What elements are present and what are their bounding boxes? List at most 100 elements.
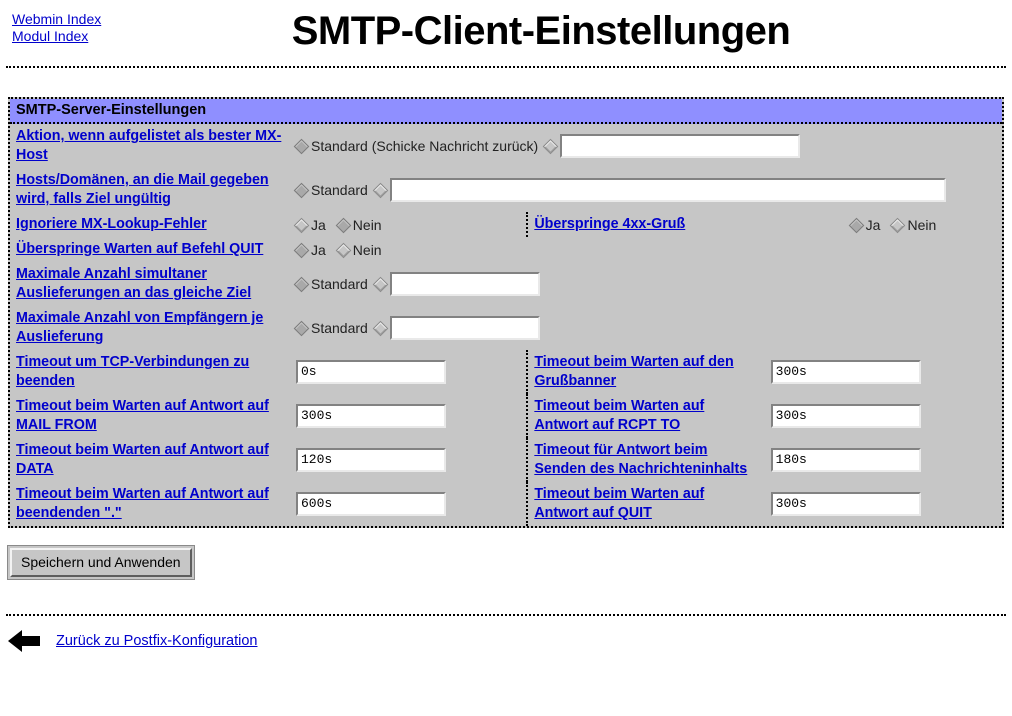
label-timeout-mail-from[interactable]: Timeout beim Warten auf Antwort auf MAIL… xyxy=(16,398,269,433)
section-title-bar: SMTP-Server-Einstellungen xyxy=(10,99,1002,124)
input-max-simultaneous[interactable] xyxy=(389,272,540,296)
label-skip-4xx[interactable]: Überspringe 4xx-Gruß xyxy=(534,216,685,232)
page-header: Webmin Index Modul Index SMTP-Client-Ein… xyxy=(0,0,1012,66)
radio-label-skip-quit-ja: Ja xyxy=(311,241,326,258)
input-timeout-dot[interactable] xyxy=(296,492,446,516)
smtp-settings-table: Aktion, wenn aufgelistet als bester MX-H… xyxy=(10,124,1002,526)
radio-max-recipients-standard[interactable] xyxy=(293,320,310,336)
row-label-cell-hosts-domains: Hosts/Domänen, an die Mail gegeben wird,… xyxy=(10,168,290,212)
row-value-cell-skip-4xx: Ja Nein xyxy=(765,212,1002,237)
submit-row: Speichern und Anwenden xyxy=(8,546,1012,579)
input-timeout-tcp-close[interactable] xyxy=(296,360,446,384)
label-timeout-data[interactable]: Timeout beim Warten auf Antwort auf DATA xyxy=(16,442,269,477)
label-timeout-tcp-close[interactable]: Timeout um TCP-Verbindungen zu beenden xyxy=(16,354,249,389)
radio-group-skip-4xx: Ja Nein xyxy=(848,216,936,233)
input-best-mx[interactable] xyxy=(560,134,801,158)
row-value-cell-skip-quit: Ja Nein xyxy=(290,237,1002,262)
row-value-cell-timeout-content xyxy=(765,438,1002,482)
row-label-cell-timeout-dot: Timeout beim Warten auf Antwort auf been… xyxy=(10,482,290,526)
radio-max-recipients-custom[interactable] xyxy=(372,320,389,336)
table-row: Maximale Anzahl von Empfängern je Auslie… xyxy=(10,306,1002,350)
row-value-cell-timeout-data xyxy=(290,438,527,482)
radio-best-mx-custom[interactable] xyxy=(542,138,559,154)
row-label-cell-timeout-mail-from: Timeout beim Warten auf Antwort auf MAIL… xyxy=(10,394,290,438)
table-row: Timeout beim Warten auf Antwort auf DATA… xyxy=(10,438,1002,482)
radio-label-hosts-domains-standard: Standard xyxy=(311,182,368,198)
label-timeout-greeting[interactable]: Timeout beim Warten auf den Grußbanner xyxy=(534,354,733,389)
label-skip-quit-wait[interactable]: Überspringe Warten auf Befehl QUIT xyxy=(16,241,263,257)
row-label-cell-timeout-content: Timeout für Antwort beim Senden des Nach… xyxy=(526,438,765,482)
label-timeout-dot[interactable]: Timeout beim Warten auf Antwort auf been… xyxy=(16,486,269,521)
row-value-cell-timeout-quit xyxy=(765,482,1002,526)
radio-skip-4xx-nein[interactable] xyxy=(890,217,906,233)
radio-max-simultaneous-standard[interactable] xyxy=(293,276,310,292)
page-title: SMTP-Client-Einstellungen xyxy=(291,9,791,53)
row-value-cell-timeout-rcpt-to xyxy=(765,394,1002,438)
row-value-cell-timeout-dot xyxy=(290,482,527,526)
radio-group-skip-quit: Ja Nein xyxy=(293,241,382,258)
input-hosts-domains[interactable] xyxy=(389,178,946,202)
row-label-cell-timeout-quit: Timeout beim Warten auf Antwort auf QUIT xyxy=(526,482,765,526)
radio-hosts-domains-standard[interactable] xyxy=(293,182,310,198)
radio-label-skip-4xx-ja: Ja xyxy=(865,216,881,233)
radio-skip-4xx-ja[interactable] xyxy=(848,217,864,233)
label-timeout-rcpt-to[interactable]: Timeout beim Warten auf Antwort auf RCPT… xyxy=(534,398,704,433)
row-label-cell-max-recipients: Maximale Anzahl von Empfängern je Auslie… xyxy=(10,306,290,350)
label-ignore-mx-lookup[interactable]: Ignoriere MX-Lookup-Fehler xyxy=(16,216,207,232)
input-timeout-data[interactable] xyxy=(296,448,446,472)
input-timeout-quit[interactable] xyxy=(770,492,921,516)
row-label-cell-timeout-rcpt-to: Timeout beim Warten auf Antwort auf RCPT… xyxy=(526,394,765,438)
smtp-settings-panel: SMTP-Server-Einstellungen Aktion, wenn a… xyxy=(8,97,1004,528)
radio-hosts-domains-custom[interactable] xyxy=(372,182,389,198)
row-label-cell-max-simultaneous: Maximale Anzahl simultaner Auslieferunge… xyxy=(10,262,290,306)
table-row: Timeout beim Warten auf Antwort auf MAIL… xyxy=(10,394,1002,438)
label-hosts-domains[interactable]: Hosts/Domänen, an die Mail gegeben wird,… xyxy=(16,172,269,207)
radio-skip-quit-nein[interactable] xyxy=(335,242,352,258)
row-value-cell-best-mx: Standard (Schicke Nachricht zurück) xyxy=(290,124,1002,168)
row-value-cell-max-recipients: Standard xyxy=(290,306,1002,350)
radio-max-simultaneous-custom[interactable] xyxy=(372,276,389,292)
label-best-mx[interactable]: Aktion, wenn aufgelistet als bester MX-H… xyxy=(16,128,281,163)
label-max-simultaneous[interactable]: Maximale Anzahl simultaner Auslieferunge… xyxy=(16,266,251,301)
row-value-cell-max-simultaneous: Standard xyxy=(290,262,1002,306)
table-row: Timeout um TCP-Verbindungen zu beenden T… xyxy=(10,350,1002,394)
save-and-apply-button[interactable]: Speichern und Anwenden xyxy=(8,546,194,579)
radio-label-ignore-mx-ja: Ja xyxy=(311,216,326,233)
label-timeout-quit[interactable]: Timeout beim Warten auf Antwort auf QUIT xyxy=(534,486,704,521)
radio-ignore-mx-ja[interactable] xyxy=(293,217,310,233)
row-label-cell-timeout-tcp-close: Timeout um TCP-Verbindungen zu beenden xyxy=(10,350,290,394)
back-arrow-icon xyxy=(8,630,42,652)
row-label-cell-timeout-data: Timeout beim Warten auf Antwort auf DATA xyxy=(10,438,290,482)
input-timeout-content[interactable] xyxy=(770,448,921,472)
radio-best-mx-standard[interactable] xyxy=(293,138,310,154)
radio-label-ignore-mx-nein: Nein xyxy=(352,216,382,233)
label-max-recipients[interactable]: Maximale Anzahl von Empfängern je Auslie… xyxy=(16,310,263,345)
table-row: Hosts/Domänen, an die Mail gegeben wird,… xyxy=(10,168,1002,212)
row-label-cell-skip-4xx: Überspringe 4xx-Gruß xyxy=(526,212,765,237)
input-timeout-greeting[interactable] xyxy=(770,360,921,384)
radio-ignore-mx-nein[interactable] xyxy=(335,217,352,233)
row-value-cell-ignore-mx: Ja Nein xyxy=(290,212,527,237)
row-value-cell-timeout-mail-from xyxy=(290,394,527,438)
input-max-recipients[interactable] xyxy=(389,316,540,340)
row-label-cell-skip-quit: Überspringe Warten auf Befehl QUIT xyxy=(10,237,290,262)
table-row: Maximale Anzahl simultaner Auslieferunge… xyxy=(10,262,1002,306)
radio-label-max-simultaneous-standard: Standard xyxy=(311,276,368,292)
radio-group-ignore-mx: Ja Nein xyxy=(293,216,382,233)
radio-label-max-recipients-standard: Standard xyxy=(311,320,368,336)
footer-separator xyxy=(6,614,1006,616)
table-row: Aktion, wenn aufgelistet als bester MX-H… xyxy=(10,124,1002,168)
footer: Zurück zu Postfix-Konfiguration xyxy=(0,630,1012,652)
radio-skip-quit-ja[interactable] xyxy=(293,242,310,258)
label-timeout-content[interactable]: Timeout für Antwort beim Senden des Nach… xyxy=(534,442,747,477)
back-to-postfix-config-link[interactable]: Zurück zu Postfix-Konfiguration xyxy=(56,633,257,649)
row-value-cell-hosts-domains: Standard xyxy=(290,168,1002,212)
row-label-cell-timeout-greeting: Timeout beim Warten auf den Grußbanner xyxy=(526,350,765,394)
table-row: Timeout beim Warten auf Antwort auf been… xyxy=(10,482,1002,526)
input-timeout-mail-from[interactable] xyxy=(296,404,446,428)
row-value-cell-timeout-tcp-close xyxy=(290,350,527,394)
row-label-cell-ignore-mx: Ignoriere MX-Lookup-Fehler xyxy=(10,212,290,237)
input-timeout-rcpt-to[interactable] xyxy=(770,404,921,428)
table-row: Ignoriere MX-Lookup-Fehler Ja Nein Übersp… xyxy=(10,212,1002,237)
radio-label-skip-quit-nein: Nein xyxy=(352,241,382,258)
